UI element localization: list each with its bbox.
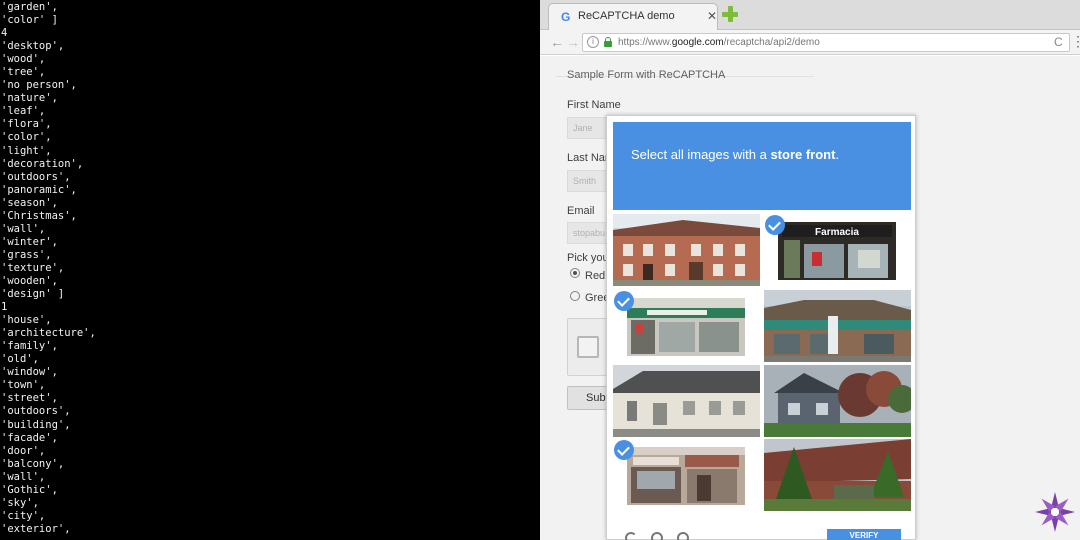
tab-title: ReCAPTCHA demo — [578, 10, 675, 22]
tile-brick-house[interactable] — [613, 214, 760, 286]
selected-check-icon — [614, 291, 634, 311]
terminal-pane[interactable]: 'garden','color' ] 4'desktop','wood','tre… — [0, 0, 540, 540]
terminal-line: 'outdoors', — [1, 405, 71, 418]
brick-house-image — [613, 214, 760, 286]
google-favicon-icon: G — [561, 10, 571, 24]
terminal-line: 'texture', — [1, 261, 65, 274]
terminal-line: 'winter', — [1, 235, 58, 248]
terminal-line: 'outdoors', — [1, 170, 71, 183]
recaptcha-challenge-dialog: Select all images with a store front. Fa… — [606, 115, 916, 540]
terminal-output: 'garden','color' ] 4'desktop','wood','tre… — [0, 1, 540, 536]
address-bar[interactable]: i https://www.google.com/recaptcha/api2/… — [582, 33, 1070, 52]
terminal-line: 'desktop', — [1, 40, 65, 53]
verify-button[interactable]: VERIFY — [827, 529, 901, 540]
browser-menu-icon[interactable]: ⋮ — [1071, 33, 1080, 50]
terminal-line: 4 — [1, 27, 8, 40]
tab-bar: G ReCAPTCHA demo ✕ — [540, 0, 1080, 30]
white-warehouse-image — [613, 365, 760, 437]
terminal-line: 'family', — [1, 340, 58, 353]
help-icon[interactable] — [677, 532, 689, 540]
terminal-line: 'panoramic', — [1, 183, 77, 196]
tile-house-with-trees[interactable] — [764, 365, 911, 437]
tile-corner-store-green[interactable] — [764, 290, 911, 362]
terminal-line: 'grass', — [1, 248, 52, 261]
terminal-line: 'color', — [1, 131, 52, 144]
terminal-line: 1 — [1, 301, 8, 314]
terminal-line: 'building', — [1, 418, 71, 431]
tile-trees-and-building[interactable] — [764, 439, 911, 511]
browser-toolbar: ← → i https://www.google.com/recaptcha/a… — [540, 30, 1080, 55]
terminal-line: 'exterior', — [1, 522, 71, 535]
shop-sign-image — [627, 447, 745, 505]
terminal-line: 'city', — [1, 509, 46, 522]
house-trees-image — [764, 365, 911, 437]
lock-icon — [604, 37, 612, 47]
trees-building-image — [764, 439, 911, 511]
terminal-line: 'sky', — [1, 496, 39, 509]
terminal-line: 'facade', — [1, 431, 58, 444]
terminal-line: 'tree', — [1, 66, 46, 79]
forward-arrow-icon[interactable]: → — [566, 34, 580, 50]
terminal-line: 'decoration', — [1, 157, 84, 170]
tile-shop-with-awning[interactable] — [613, 290, 760, 362]
terminal-line: 'town', — [1, 379, 46, 392]
terminal-line: 'nature', — [1, 92, 58, 105]
close-tab-icon[interactable]: ✕ — [707, 9, 717, 23]
selected-check-icon — [765, 215, 785, 235]
selected-check-icon — [614, 440, 634, 460]
tile-farmacia-storefront[interactable]: Farmacia — [764, 214, 911, 286]
challenge-prompt: Select all images with a store front. — [631, 147, 840, 162]
terminal-line: 'Christmas', — [1, 209, 77, 222]
terminal-line: 'wall', — [1, 470, 46, 483]
purple-star-logo-icon — [1035, 492, 1075, 532]
shop-awning-image — [627, 298, 745, 356]
tile-white-warehouse[interactable] — [613, 365, 760, 437]
terminal-line: 'Gothic', — [1, 483, 58, 496]
terminal-line: 'design' ] — [1, 288, 65, 301]
terminal-line: 'garden', — [1, 1, 58, 13]
terminal-line: 'wood', — [1, 53, 46, 66]
audio-challenge-icon[interactable] — [651, 532, 663, 540]
corner-store-image — [764, 290, 911, 362]
back-arrow-icon[interactable]: ← — [550, 34, 564, 50]
terminal-line: 'door', — [1, 444, 46, 457]
reload-challenge-icon[interactable] — [625, 532, 637, 540]
terminal-line: 'wall', — [1, 222, 46, 235]
terminal-line: 'light', — [1, 144, 52, 157]
info-icon[interactable]: i — [587, 36, 599, 48]
tile-shop-with-sign[interactable] — [613, 439, 760, 511]
challenge-target: store front — [770, 147, 836, 162]
svg-text:Farmacia: Farmacia — [815, 227, 859, 238]
farmacia-storefront-image: Farmacia — [778, 222, 896, 280]
terminal-line: 'leaf', — [1, 105, 46, 118]
terminal-line: 'wooden', — [1, 274, 58, 287]
terminal-line: 'architecture', — [1, 327, 96, 340]
url-text[interactable]: https://www.google.com/recaptcha/api2/de… — [618, 37, 820, 48]
tab-recaptcha-demo[interactable]: G ReCAPTCHA demo ✕ — [548, 3, 718, 30]
challenge-footer: VERIFY — [607, 519, 917, 540]
terminal-line: 'flora', — [1, 118, 52, 131]
terminal-line: 'balcony', — [1, 457, 65, 470]
terminal-line: 'season', — [1, 196, 58, 209]
new-tab-plus-icon[interactable] — [722, 6, 738, 22]
terminal-line: 'old', — [1, 353, 39, 366]
terminal-line: 'no person', — [1, 79, 77, 92]
terminal-line: 'street', — [1, 392, 58, 405]
terminal-line: 'house', — [1, 314, 52, 327]
challenge-header: Select all images with a store front. — [613, 122, 911, 210]
reload-icon[interactable]: C — [1054, 35, 1063, 49]
terminal-line: 'window', — [1, 366, 58, 379]
terminal-line: 'color' ] — [1, 14, 58, 27]
